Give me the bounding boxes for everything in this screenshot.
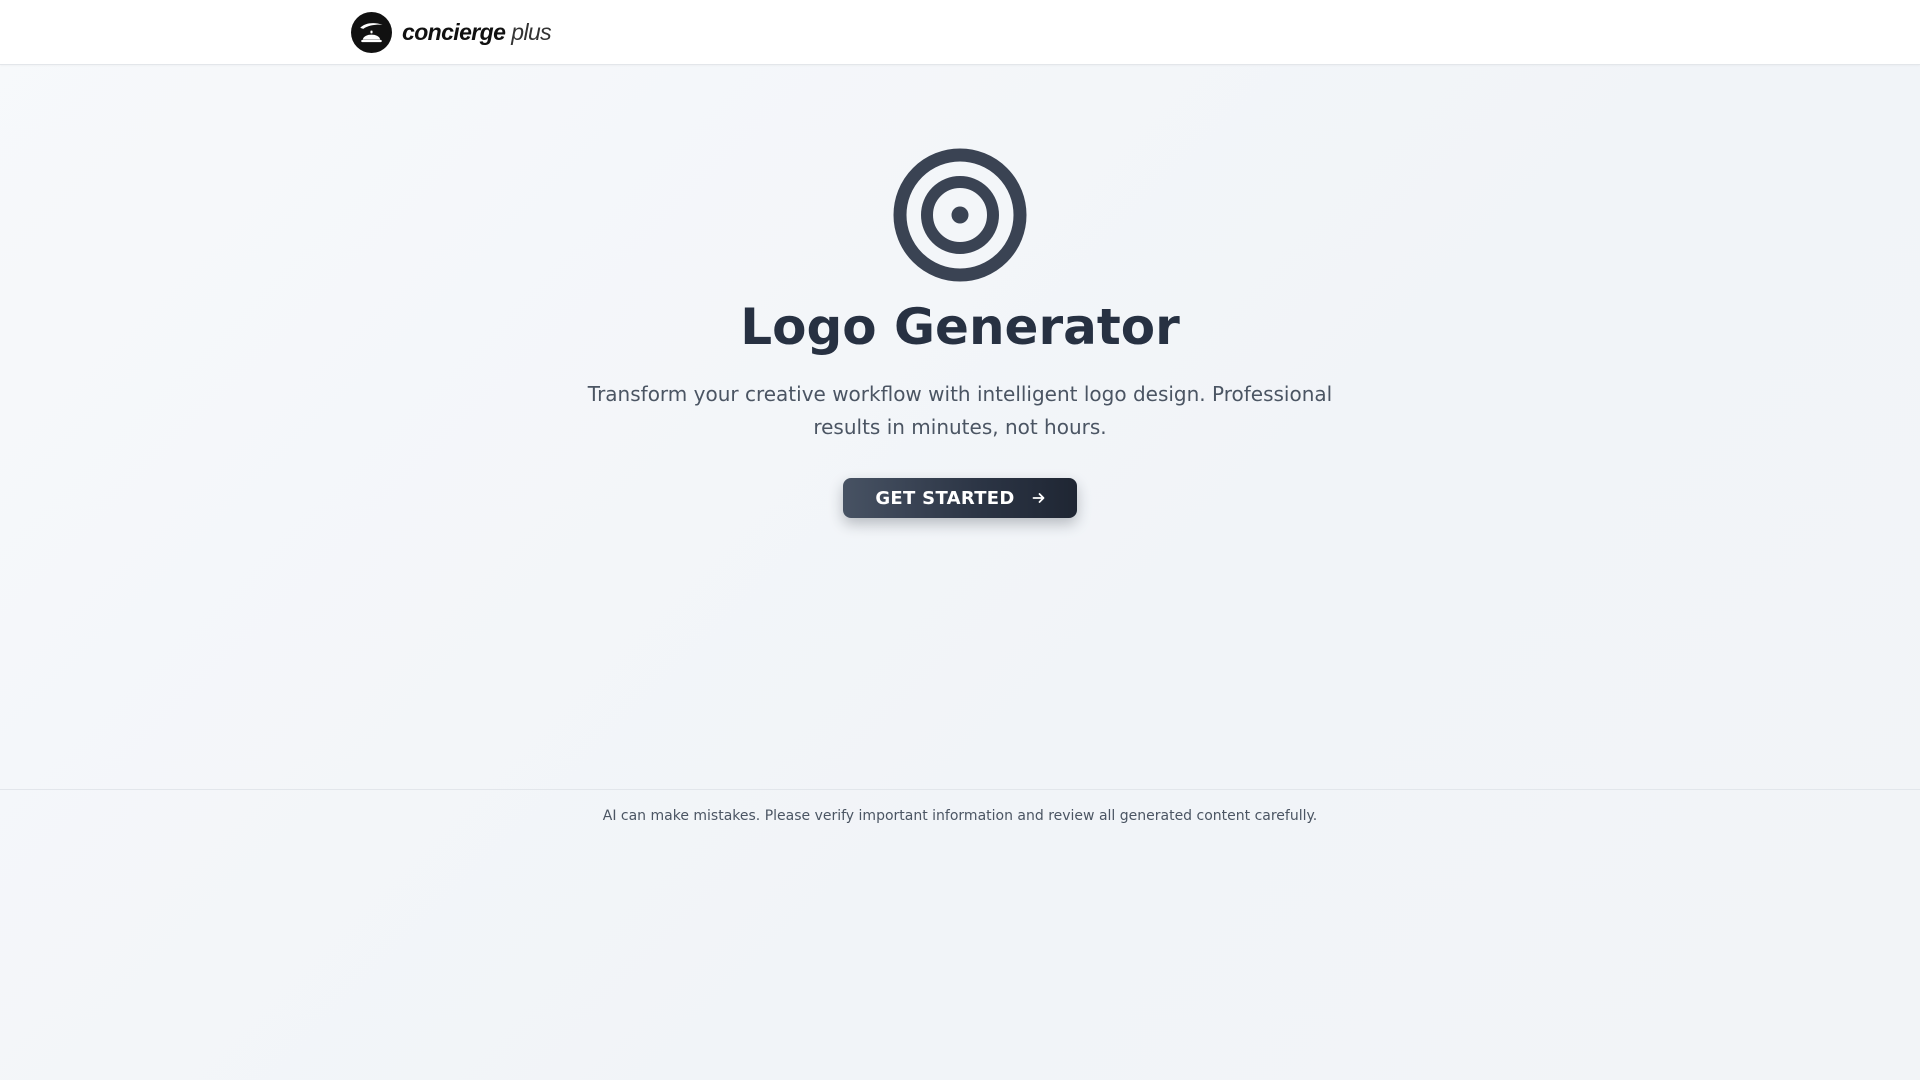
brand-name: concierge plus xyxy=(402,18,552,46)
hero-section: Logo Generator Transform your creative w… xyxy=(0,148,1920,518)
hero-subtitle: Transform your creative workflow with in… xyxy=(587,382,1333,439)
page-title: Logo Generator xyxy=(740,298,1180,356)
target-icon xyxy=(893,148,1027,282)
get-started-label: GET STARTED xyxy=(875,487,1015,509)
brand-logo-link[interactable]: concierge plus xyxy=(351,11,552,53)
get-started-button[interactable]: GET STARTED xyxy=(843,478,1077,518)
concierge-bell-icon xyxy=(351,11,392,53)
brand-name-primary: concierge xyxy=(402,18,506,45)
top-navigation-bar: concierge plus xyxy=(0,0,1920,65)
brand-name-secondary: plus xyxy=(511,18,552,45)
arrow-right-icon xyxy=(1032,493,1045,503)
footer-divider xyxy=(0,789,1920,790)
ai-disclaimer: AI can make mistakes. Please verify impo… xyxy=(602,808,1318,824)
